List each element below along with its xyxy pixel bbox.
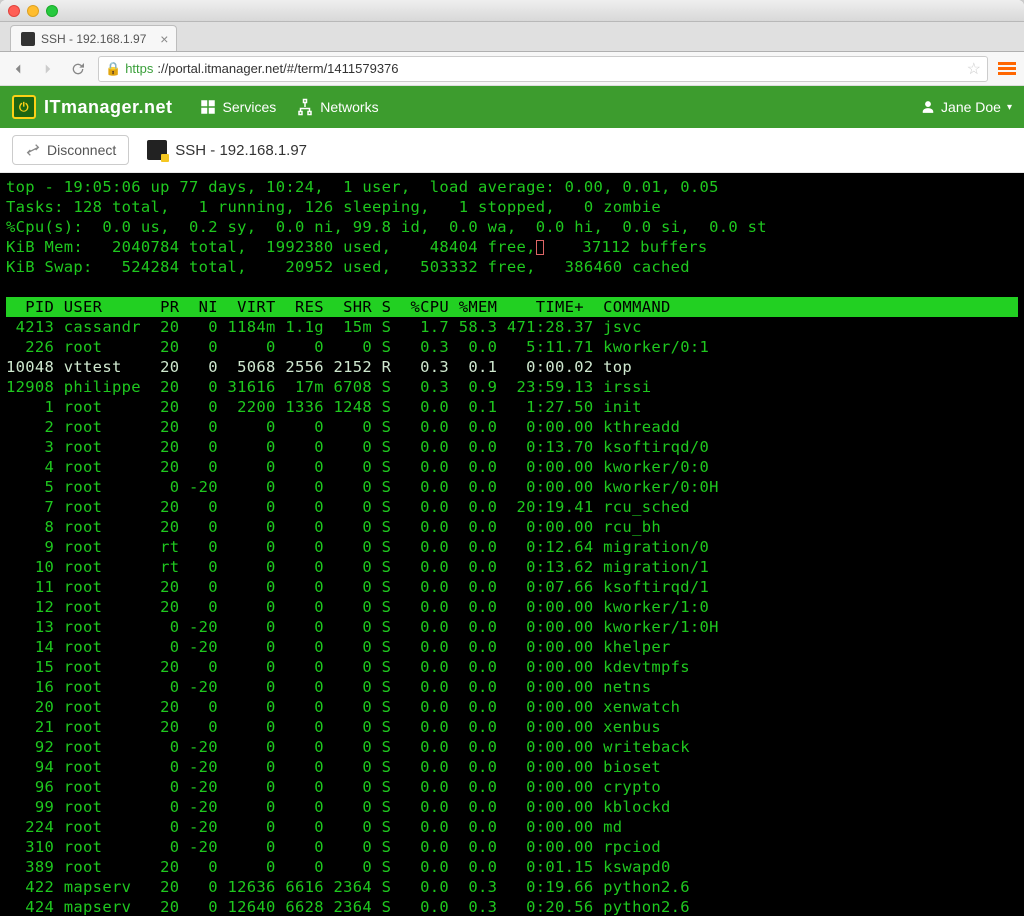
ssh-host-text: SSH - 192.168.1.97 bbox=[175, 142, 307, 159]
forward-button[interactable] bbox=[38, 59, 58, 79]
terminal-icon bbox=[147, 140, 167, 160]
minimize-icon[interactable] bbox=[27, 5, 39, 17]
user-icon bbox=[921, 100, 935, 114]
address-bar: 🔒 https ://portal.itmanager.net/#/term/14… bbox=[0, 52, 1024, 86]
terminal-output[interactable]: top - 19:05:06 up 77 days, 10:24, 1 user… bbox=[0, 173, 1024, 916]
favicon-icon bbox=[21, 32, 35, 46]
disconnect-icon bbox=[25, 142, 41, 158]
header-nav: Services Networks bbox=[199, 98, 379, 116]
browser-tab[interactable]: SSH - 192.168.1.97 × bbox=[10, 25, 177, 51]
browser-window: SSH - 192.168.1.97 × 🔒 https ://portal.it… bbox=[0, 0, 1024, 916]
bookmark-star-icon[interactable]: ☆ bbox=[967, 59, 981, 79]
chevron-down-icon: ▾ bbox=[1007, 102, 1012, 113]
logo-text: ITmanager.net bbox=[44, 97, 173, 118]
connection-bar: Disconnect SSH - 192.168.1.97 bbox=[0, 128, 1024, 173]
disconnect-label: Disconnect bbox=[47, 142, 116, 158]
app-logo[interactable]: ⏻ ITmanager.net bbox=[12, 95, 173, 119]
services-icon bbox=[199, 98, 217, 116]
power-icon: ⏻ bbox=[12, 95, 36, 119]
nav-services-label: Services bbox=[223, 99, 277, 115]
tab-title: SSH - 192.168.1.97 bbox=[41, 32, 146, 46]
back-button[interactable] bbox=[8, 59, 28, 79]
app-header: ⏻ ITmanager.net Services Networks Jane D… bbox=[0, 86, 1024, 128]
url-input[interactable]: 🔒 https ://portal.itmanager.net/#/term/14… bbox=[98, 56, 988, 82]
reload-button[interactable] bbox=[68, 59, 88, 79]
nav-services[interactable]: Services bbox=[199, 98, 277, 116]
url-path: ://portal.itmanager.net/#/term/141157937… bbox=[157, 61, 398, 76]
close-icon[interactable] bbox=[8, 5, 20, 17]
user-menu[interactable]: Jane Doe ▾ bbox=[921, 99, 1012, 115]
maximize-icon[interactable] bbox=[46, 5, 58, 17]
nav-networks[interactable]: Networks bbox=[296, 98, 378, 116]
browser-tabstrip: SSH - 192.168.1.97 × bbox=[0, 22, 1024, 52]
user-name: Jane Doe bbox=[941, 99, 1001, 115]
disconnect-button[interactable]: Disconnect bbox=[12, 135, 129, 165]
nav-networks-label: Networks bbox=[320, 99, 378, 115]
networks-icon bbox=[296, 98, 314, 116]
ssh-session-label: SSH - 192.168.1.97 bbox=[147, 140, 307, 160]
macos-titlebar bbox=[0, 0, 1024, 22]
url-protocol: https bbox=[125, 61, 153, 76]
lock-icon: 🔒 bbox=[105, 61, 121, 77]
tab-close-icon[interactable]: × bbox=[160, 31, 168, 47]
chrome-menu-icon[interactable] bbox=[998, 60, 1016, 78]
